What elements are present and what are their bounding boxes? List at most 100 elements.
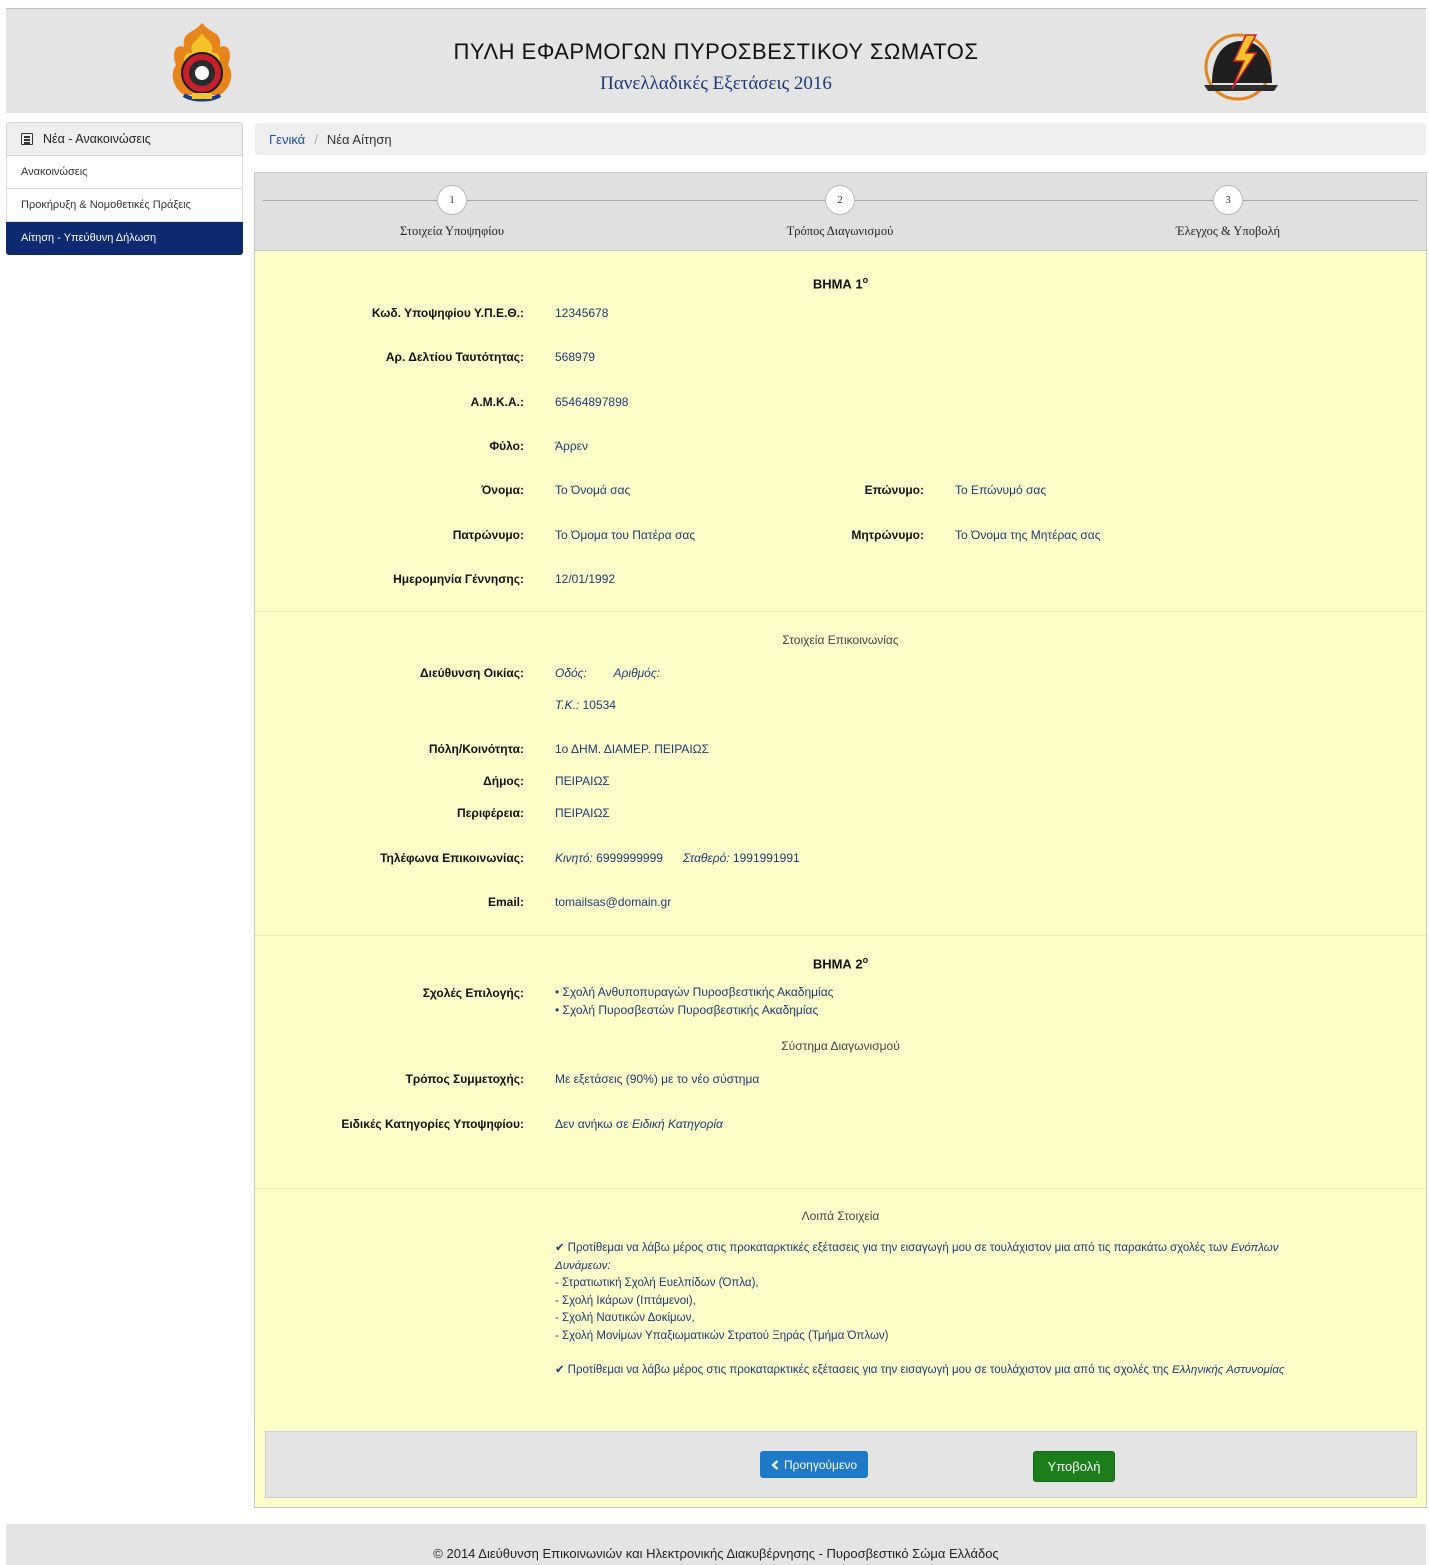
sidebar-item-label: Ανακοινώσεις (21, 166, 88, 178)
step-number: 2 (825, 185, 855, 215)
footer-copyright: © 2014 Διεύθυνση Επικοινωνιών και Ηλεκτρ… (433, 1546, 999, 1561)
note-text: Προτίθεμαι να λάβω μέρος στις προκαταρκτ… (567, 1364, 1169, 1376)
landline-value: 1991991991 (732, 851, 800, 865)
field-label: Όνομα: (481, 483, 524, 497)
other-heading: Λοιπά Στοιχεία (801, 1209, 880, 1223)
list-item: - Σχολή Μονίμων Υπαξιωματικών Στρατού Ξη… (555, 1329, 889, 1342)
checkmark-icon: ✔ (555, 1364, 565, 1376)
sidebar: Νέα - Ανακοινώσεις Ανακοινώσεις Προκήρυξ… (6, 122, 243, 255)
sidebar-item-announcements[interactable]: Ανακοινώσεις (6, 156, 243, 189)
wizard-step-2[interactable]: 2 Τρόπος Διαγωνισμού (690, 185, 990, 239)
step-label: Τρόπος Διαγωνισμού (786, 224, 894, 238)
landline-label: Σταθερό: (682, 851, 730, 865)
step-number: 1 (437, 185, 467, 215)
field-label: Αρ. Δελτίου Ταυτότητας: (385, 350, 524, 364)
field-label: Ημερομηνία Γέννησης: (393, 572, 524, 586)
previous-button-label: Προηγούμενο (783, 1457, 857, 1472)
step-number: 3 (1213, 185, 1243, 215)
field-value: Το Όμομα του Πατέρα σας (555, 528, 696, 542)
field-label: Φύλο: (489, 439, 524, 453)
field-value: Το Όνομά σας (555, 483, 631, 497)
field-value: 12/01/1992 (555, 572, 616, 586)
armed-forces-note: ✔ Προτίθεμαι να λάβω μέρος στις προκαταρκ… (555, 1240, 1335, 1345)
field-value: 65464897898 (555, 395, 629, 409)
postcode-value: 10534 (582, 698, 616, 712)
page-header: ΠΥΛΗ ΕΦΑΡΜΟΓΩΝ ΠΥΡΟΣΒΕΣΤΙΚΟΥ ΣΩΜΑΤΟΣ Παν… (6, 8, 1426, 113)
field-value: ΠΕΙΡΑΙΩΣ (555, 774, 610, 788)
sidebar-heading-label: Νέα - Ανακοινώσεις (43, 132, 151, 146)
step-label: Στοιχεία Υποψηφίου (399, 224, 505, 238)
field-value: Δεν ανήκω σε Ειδική Κατηγορία (555, 1117, 723, 1131)
checkmark-icon: ✔ (555, 1242, 565, 1254)
field-value: 12345678 (555, 306, 609, 320)
list-item: • Σχολή Ανθυποπυραγών Πυροσβεστικής Ακαδ… (555, 985, 834, 999)
submit-button-label: Υποβολή (1047, 1459, 1101, 1474)
field-label: Επώνυμο: (864, 483, 924, 497)
street-number-label: Αριθμός: (613, 666, 661, 680)
field-value: ΠΕΙΡΑΙΩΣ (555, 806, 610, 820)
field-value: Με εξετάσεις (90%) με το νέο σύστημα (555, 1072, 760, 1086)
list-item: - Σχολή Ναυτικών Δοκίμων, (555, 1312, 695, 1324)
list-item: • Σχολή Πυροσβεστών Πυροσβεστικής Ακαδημ… (555, 1002, 819, 1017)
field-value: Οδός: Αριθμός: (555, 666, 660, 680)
field-value: 1ο ΔΗΜ. ΔΙΑΜΕΡ. ΠΕΙΡΑΙΩΣ (555, 742, 710, 756)
field-label: Δήμος: (483, 774, 524, 788)
field-label: Σχολές Επιλογής: (422, 986, 524, 1000)
field-value: Κινητό: 6999999999 Σταθερό: 1991991991 (555, 851, 800, 865)
police-note: ✔ Προτίθεμαι να λάβω μέρος στις προκαταρκ… (555, 1362, 1335, 1380)
field-label: Τηλέφωνα Επικοινωνίας: (380, 851, 524, 865)
breadcrumb: Γενικά / Νέα Αίτηση (255, 123, 1426, 155)
wizard-step-1[interactable]: 1 Στοιχεία Υποψηφίου (302, 185, 602, 239)
application-review-panel: 1 Στοιχεία Υποψηφίου 2 Τρόπος Διαγωνισμο… (254, 172, 1427, 1508)
previous-button[interactable]: Προηγούμενο (760, 1451, 868, 1478)
list-item: - Στρατιωτική Σχολή Ευελπίδων (Όπλα), (555, 1277, 759, 1289)
list-item: - Σχολή Ικάρων (Ιπτάμενοι), (555, 1294, 696, 1307)
field-label: Α.Μ.Κ.Α.: (470, 395, 524, 409)
note-emphasis: Ελληνικής Αστυνομίας (1171, 1364, 1285, 1376)
breadcrumb-separator: / (314, 131, 318, 147)
field-label: Τρόπος Συμμετοχής: (405, 1072, 524, 1086)
note-text: Προτίθεμαι να λάβω μέρος στις προκαταρκτ… (567, 1242, 1228, 1254)
special-category: Ειδική Κατηγορία (631, 1117, 723, 1131)
field-label: Διεύθυνση Οικίας: (420, 666, 524, 680)
field-label: Μητρώνυμο: (851, 528, 924, 542)
newspaper-icon (21, 133, 33, 145)
sidebar-item-label: Αίτηση - Υπεύθυνη Δήλωση (21, 232, 157, 244)
field-label: Περιφέρεια: (457, 806, 524, 820)
page-footer: © 2014 Διεύθυνση Επικοινωνιών και Ηλεκτρ… (6, 1524, 1426, 1565)
firefighter-helmet-logo (1204, 33, 1278, 101)
field-label: Email: (487, 895, 524, 909)
special-prefix: Δεν ανήκω σε (555, 1117, 629, 1131)
wizard-step-3[interactable]: 3 Έλεγχος & Υποβολή (1078, 185, 1378, 239)
street-label: Οδός: (555, 666, 587, 680)
field-value: Το Όνομα της Μητέρας σας (955, 528, 1101, 542)
field-value: 568979 (555, 350, 596, 364)
contact-heading: Στοιχεία Επικοινωνίας (782, 633, 899, 647)
step-label: Έλεγχος & Υποβολή (1175, 224, 1281, 238)
mobile-value: 6999999999 (596, 851, 663, 865)
wizard-steps: 1 Στοιχεία Υποψηφίου 2 Τρόπος Διαγωνισμο… (255, 173, 1426, 251)
system-heading: Σύστημα Διαγωνισμού (781, 1039, 900, 1053)
section-divider (255, 611, 1426, 612)
field-value: Τ.Κ.: 10534 (555, 698, 616, 712)
sidebar-heading: Νέα - Ανακοινώσεις (6, 122, 243, 156)
postcode-label: Τ.Κ.: (555, 698, 580, 712)
field-label: Κωδ. Υποψηφίου Υ.Π.Ε.Θ.: (371, 306, 524, 320)
sidebar-item-legislation[interactable]: Προκήρυξη & Νομοθετικές Πράξεις (6, 189, 243, 222)
breadcrumb-current: Νέα Αίτηση (326, 131, 392, 147)
field-label: Πόλη/Κοινότητα: (428, 742, 524, 756)
sidebar-item-label: Προκήρυξη & Νομοθετικές Πράξεις (21, 199, 191, 211)
field-value: Το Επώνυμό σας (955, 483, 1047, 497)
field-value: tomailsas@domain.gr (555, 895, 672, 909)
sidebar-item-application[interactable]: Αίτηση - Υπεύθυνη Δήλωση (6, 222, 243, 255)
step2-heading: ΒΗΜΑ 2ο (812, 955, 869, 972)
field-label: Ειδικές Κατηγορίες Υποψηφίου: (341, 1117, 524, 1131)
step1-heading: ΒΗΜΑ 1ο (812, 275, 869, 292)
submit-button[interactable]: Υποβολή (1033, 1451, 1115, 1482)
form-actions: Προηγούμενο Υποβολή (265, 1431, 1417, 1498)
breadcrumb-home-link[interactable]: Γενικά (269, 132, 305, 147)
field-value: Άρρεν (555, 439, 589, 453)
section-divider (255, 1188, 1426, 1189)
schools-list: • Σχολή Ανθυποπυραγών Πυροσβεστικής Ακαδ… (555, 984, 833, 1019)
field-label: Πατρώνυμο: (452, 528, 524, 542)
